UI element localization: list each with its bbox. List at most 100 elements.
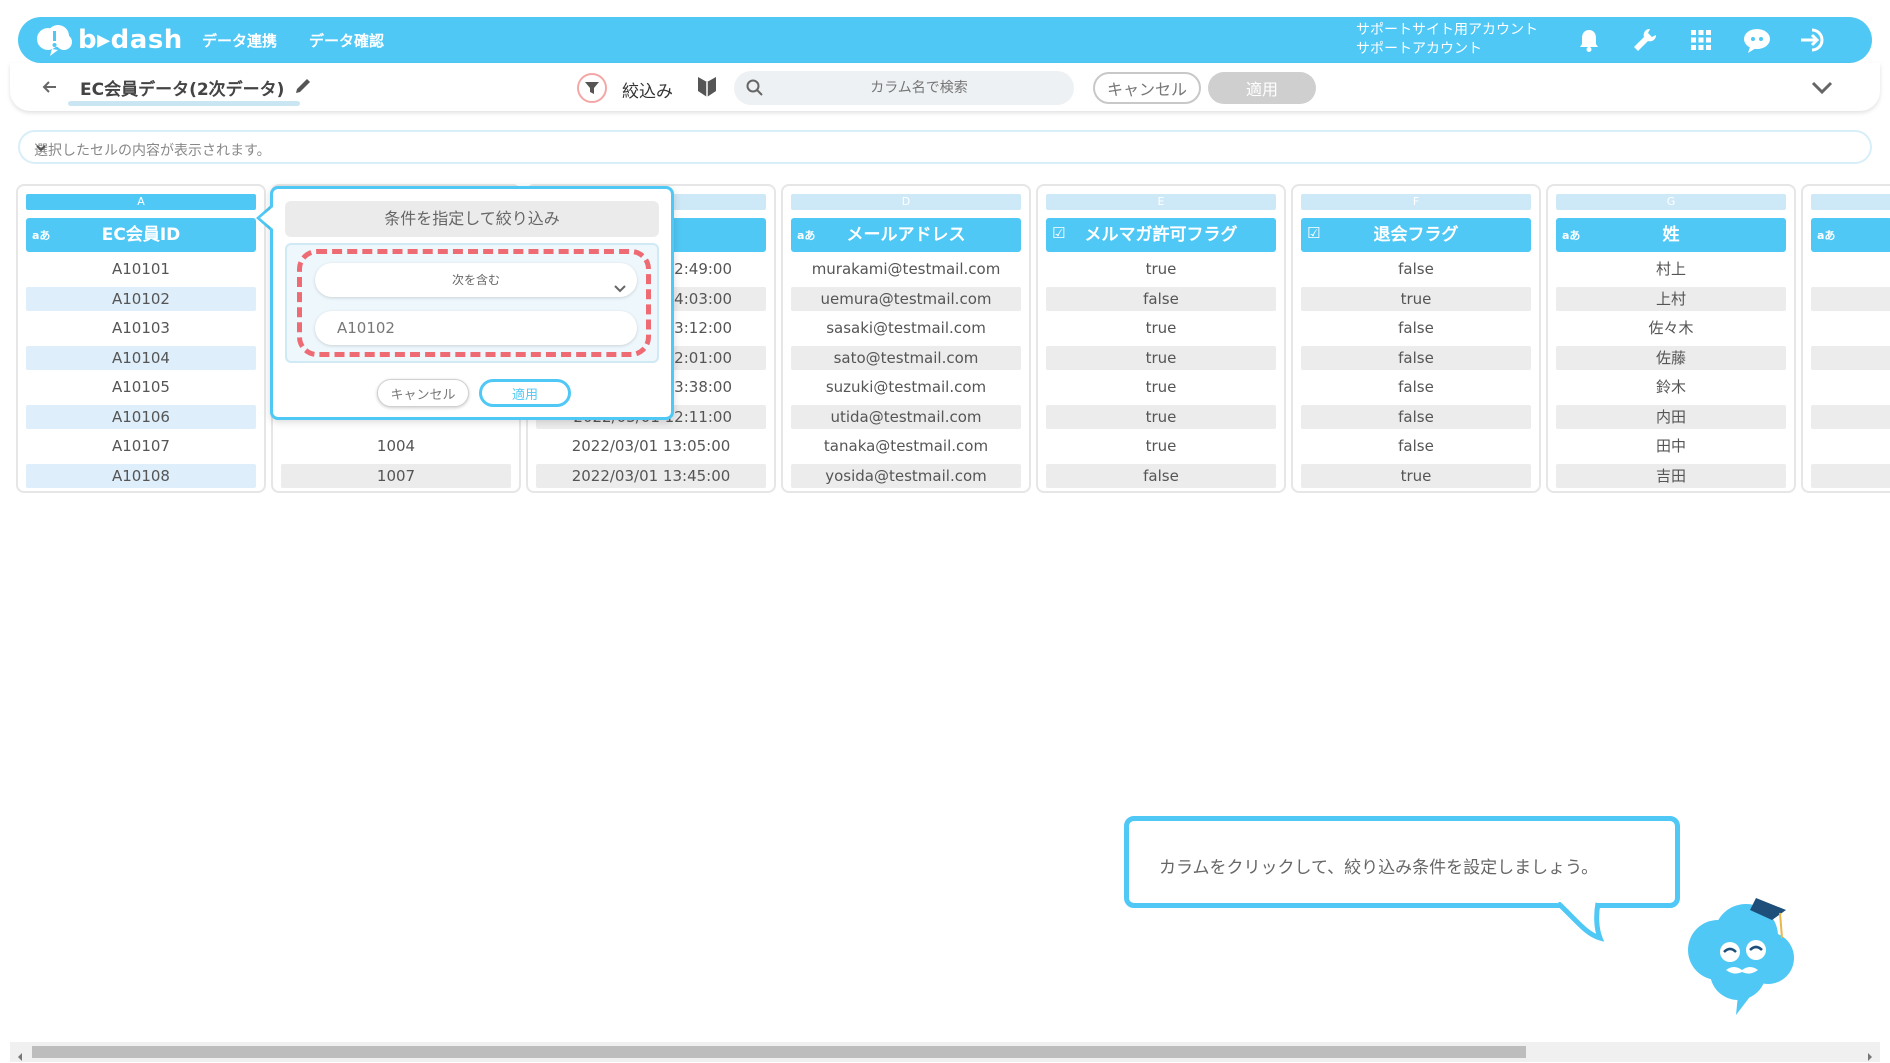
table-cell[interactable]: 佐藤: [1556, 346, 1786, 370]
table-cell[interactable]: sasaki@testmail.com: [791, 316, 1021, 340]
condition-value-field[interactable]: [315, 311, 637, 345]
table-cell[interactable]: 吉田: [1556, 464, 1786, 488]
table-cell[interactable]: false: [1301, 257, 1531, 281]
table-cell[interactable]: A10101: [26, 257, 256, 281]
condition-value-input[interactable]: [337, 311, 627, 345]
table-cell[interactable]: false: [1301, 434, 1531, 458]
table-cell[interactable]: yosida@testmail.com: [791, 464, 1021, 488]
column-d[interactable]: D aあ メールアドレス murakami@testmail.com uemur…: [781, 184, 1031, 493]
column-header[interactable]: aあ 姓: [1556, 218, 1786, 252]
table-cell[interactable]: [1811, 346, 1890, 370]
column-g[interactable]: G aあ 姓 村上 上村 佐々木 佐藤 鈴木 内田 田中 吉田: [1546, 184, 1796, 493]
logo-cloud-icon: [34, 23, 74, 57]
popup-apply-button[interactable]: 適用: [479, 379, 571, 407]
wrench-icon[interactable]: [1630, 25, 1660, 55]
pencil-icon[interactable]: [293, 76, 313, 96]
table-cell[interactable]: 内田: [1556, 405, 1786, 429]
chevron-down-icon[interactable]: [1808, 75, 1836, 99]
table-cell[interactable]: false: [1301, 375, 1531, 399]
table-cell[interactable]: 鈴木: [1556, 375, 1786, 399]
table-cell[interactable]: A10104: [26, 346, 256, 370]
scrollbar-thumb[interactable]: [32, 1046, 1526, 1058]
popup-cancel-button[interactable]: キャンセル: [377, 379, 469, 407]
toolbar-apply-button[interactable]: 適用: [1208, 72, 1316, 104]
column-e[interactable]: E ☑ メルマガ許可フラグ true false true true true …: [1036, 184, 1286, 493]
toolbar-cancel-button[interactable]: キャンセル: [1093, 72, 1201, 104]
chat-icon[interactable]: [1742, 25, 1772, 55]
table-cell[interactable]: A10108: [26, 464, 256, 488]
table-cell[interactable]: 佐々木: [1556, 316, 1786, 340]
table-cell[interactable]: false: [1046, 464, 1276, 488]
column-letter: [1811, 194, 1890, 210]
grid-icon[interactable]: [1686, 25, 1716, 55]
nav-data-check[interactable]: データ確認: [309, 30, 384, 51]
account-info[interactable]: サポートサイト用アカウント サポートアカウント: [1356, 21, 1538, 59]
table-cell[interactable]: false: [1046, 287, 1276, 311]
table-cell[interactable]: 1007: [281, 464, 511, 488]
table-cell[interactable]: true: [1046, 346, 1276, 370]
column-letter: G: [1556, 194, 1786, 210]
column-a[interactable]: A aあ EC会員ID A10101 A10102 A10103 A10104 …: [16, 184, 266, 493]
filter-label[interactable]: 絞込み: [622, 77, 673, 102]
table-cell[interactable]: A10107: [26, 434, 256, 458]
column-header[interactable]: aあ EC会員ID: [26, 218, 256, 252]
table-cell[interactable]: true: [1301, 464, 1531, 488]
table-cell[interactable]: false: [1301, 405, 1531, 429]
table-cell[interactable]: [1811, 405, 1890, 429]
table-cell[interactable]: uemura@testmail.com: [791, 287, 1021, 311]
table-cell[interactable]: true: [1046, 405, 1276, 429]
table-cell[interactable]: tanaka@testmail.com: [791, 434, 1021, 458]
logo[interactable]: b▸dash: [34, 23, 183, 57]
table-cell[interactable]: 2022/03/01 13:45:00: [536, 464, 766, 488]
scroll-right-arrow-icon[interactable]: [1866, 1047, 1874, 1063]
search-icon: [746, 79, 764, 101]
horizontal-scrollbar[interactable]: [10, 1042, 1880, 1062]
scroll-left-arrow-icon[interactable]: [16, 1047, 24, 1063]
logout-icon[interactable]: [1798, 25, 1828, 55]
table-cell[interactable]: false: [1301, 346, 1531, 370]
column-h-partial[interactable]: aあ: [1801, 184, 1890, 493]
column-search-input[interactable]: [774, 71, 1064, 105]
column-name: 退会フラグ: [1373, 225, 1459, 245]
table-cell[interactable]: utida@testmail.com: [791, 405, 1021, 429]
table-cell[interactable]: [1811, 464, 1890, 488]
chevron-down-icon: [613, 274, 627, 308]
table-cell[interactable]: suzuki@testmail.com: [791, 375, 1021, 399]
back-arrow-icon[interactable]: [38, 75, 62, 99]
table-cell[interactable]: 2022/03/01 13:05:00: [536, 434, 766, 458]
column-header[interactable]: ☑ メルマガ許可フラグ: [1046, 218, 1276, 252]
nav-data-integration[interactable]: データ連携: [202, 30, 277, 51]
table-cell[interactable]: 1004: [281, 434, 511, 458]
table-cell[interactable]: A10103: [26, 316, 256, 340]
table-cell[interactable]: 村上: [1556, 257, 1786, 281]
column-header[interactable]: aあ: [1811, 218, 1890, 252]
table-cell[interactable]: 田中: [1556, 434, 1786, 458]
table-cell[interactable]: false: [1301, 316, 1531, 340]
table-cell[interactable]: A10106: [26, 405, 256, 429]
table-cell[interactable]: true: [1046, 434, 1276, 458]
table-cell[interactable]: sato@testmail.com: [791, 346, 1021, 370]
table-cell[interactable]: true: [1301, 287, 1531, 311]
table-cell[interactable]: A10102: [26, 287, 256, 311]
filter-icon[interactable]: [577, 73, 607, 103]
column-letter: D: [791, 194, 1021, 210]
column-header[interactable]: aあ メールアドレス: [791, 218, 1021, 252]
column-f[interactable]: F ☑ 退会フラグ false true false false false f…: [1291, 184, 1541, 493]
table-cell[interactable]: 上村: [1556, 287, 1786, 311]
table-cell[interactable]: true: [1046, 316, 1276, 340]
speech-bubble-tail: [1556, 901, 1606, 946]
table-cell[interactable]: true: [1046, 375, 1276, 399]
column-name: メルマガ許可フラグ: [1084, 225, 1238, 245]
beginner-mark-icon[interactable]: [696, 75, 718, 99]
filter-popup: 条件を指定して絞り込み 次を含む キャンセル 適用: [270, 186, 674, 420]
table-cell[interactable]: [1811, 287, 1890, 311]
cell-content-viewer[interactable]: 選択したセルの内容が表示されます。: [18, 130, 1872, 164]
table-cell[interactable]: true: [1046, 257, 1276, 281]
table-cell[interactable]: A10105: [26, 375, 256, 399]
column-header[interactable]: ☑ 退会フラグ: [1301, 218, 1531, 252]
chevron-down-icon[interactable]: [34, 141, 1856, 159]
table-cell[interactable]: murakami@testmail.com: [791, 257, 1021, 281]
popup-title: 条件を指定して絞り込み: [285, 201, 659, 237]
condition-select[interactable]: 次を含む: [315, 263, 637, 297]
bell-icon[interactable]: [1574, 25, 1604, 55]
